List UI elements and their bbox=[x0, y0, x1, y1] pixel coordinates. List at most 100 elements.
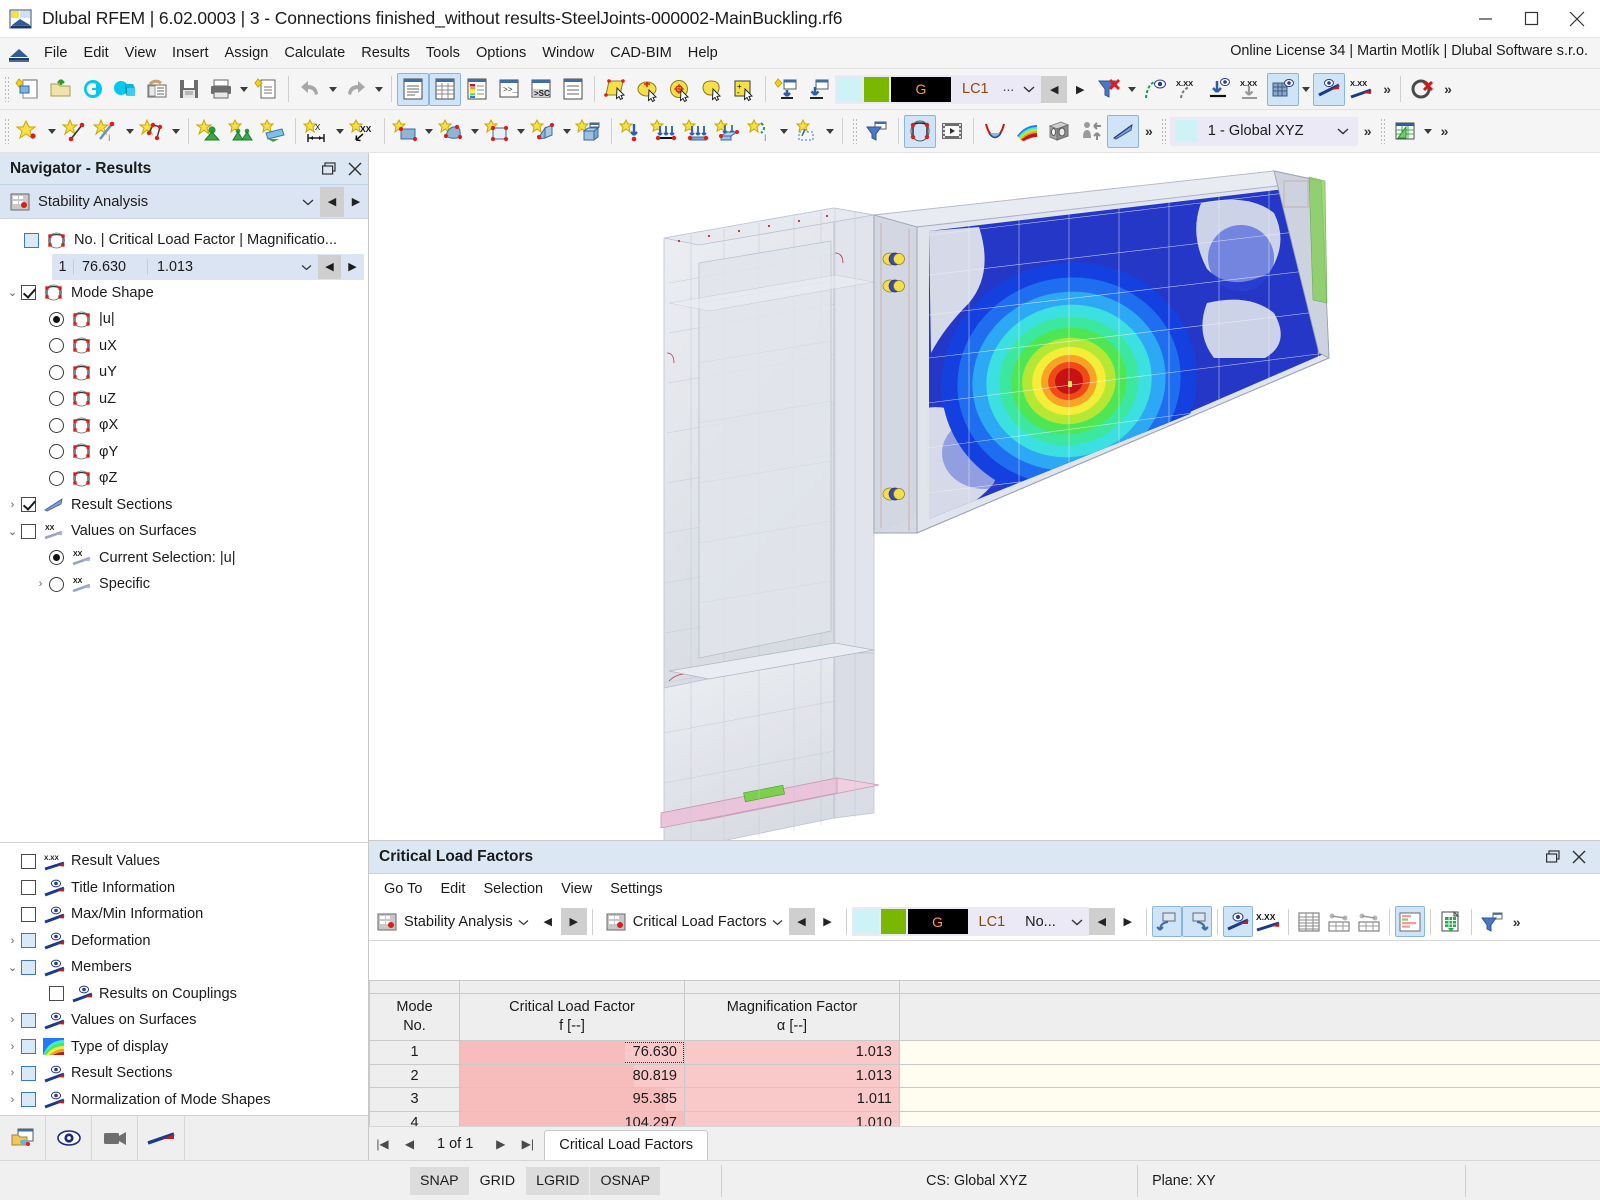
navigator-selector-chevron-down-icon[interactable] bbox=[296, 195, 320, 209]
navigator-close-icon[interactable] bbox=[342, 156, 368, 182]
node-dropdown-caret[interactable] bbox=[45, 115, 59, 148]
tree-expander[interactable]: ⌄ bbox=[4, 286, 21, 299]
results-menu-selection[interactable]: Selection bbox=[474, 878, 552, 900]
tree-row[interactable]: |u| bbox=[0, 306, 368, 333]
save-icon[interactable] bbox=[173, 73, 205, 106]
results-menu-view[interactable]: View bbox=[552, 878, 601, 900]
results-menu-edit[interactable]: Edit bbox=[431, 878, 474, 900]
tree-row[interactable]: uX bbox=[0, 333, 368, 360]
new-curved-surface-icon[interactable] bbox=[436, 115, 468, 148]
tree-row[interactable]: ⌄ Mode Shape bbox=[0, 280, 368, 307]
tree-checkbox[interactable] bbox=[21, 1012, 36, 1028]
tree-radio[interactable] bbox=[49, 417, 64, 433]
surface-load-icon[interactable] bbox=[713, 115, 745, 148]
cell-mode-no[interactable]: 2 bbox=[369, 1063, 460, 1088]
tree-checkbox[interactable] bbox=[21, 285, 36, 301]
table-row[interactable]: 3 95.385 1.011 bbox=[369, 1087, 1600, 1112]
cell-magnification-factor[interactable]: 1.011 bbox=[684, 1087, 900, 1112]
member-load-icon[interactable] bbox=[681, 115, 713, 148]
status-toggle-osnap[interactable]: OSNAP bbox=[590, 1166, 661, 1195]
polyline-dropdown-caret[interactable] bbox=[169, 115, 183, 148]
tree-row[interactable]: Results on Couplings bbox=[0, 981, 368, 1008]
result-values-icon[interactable]: X.XX bbox=[1253, 906, 1283, 937]
results-analysis-combo[interactable]: Stability Analysis bbox=[369, 907, 535, 937]
results-table-prev-button[interactable]: ◀ bbox=[788, 908, 815, 935]
cloud-model-icon[interactable] bbox=[109, 73, 141, 106]
tree-row[interactable]: › Result Sections bbox=[0, 1060, 368, 1087]
tree-row[interactable]: › Deformation bbox=[0, 928, 368, 955]
redo-dropdown-caret[interactable] bbox=[372, 73, 386, 106]
new-member-icon[interactable]: I bbox=[91, 115, 123, 148]
assign-result-icon[interactable] bbox=[803, 73, 835, 106]
toolbar2-grip2[interactable] bbox=[851, 118, 858, 144]
menu-tools[interactable]: Tools bbox=[418, 41, 468, 65]
tree-radio[interactable] bbox=[49, 444, 64, 460]
tree-row[interactable]: φZ bbox=[0, 465, 368, 492]
tree-row[interactable]: X.XX Result Values bbox=[0, 848, 368, 875]
folded-surface-dropdown-caret[interactable] bbox=[560, 115, 574, 148]
show-results-eye-icon[interactable] bbox=[1222, 906, 1253, 937]
toolbar2-grip3[interactable] bbox=[1159, 118, 1167, 144]
member-results-value-icon[interactable]: X.XX bbox=[1345, 73, 1377, 106]
result-bar-chart-icon[interactable] bbox=[1394, 906, 1425, 937]
tree-expander[interactable]: › bbox=[4, 1041, 21, 1053]
results-table-next-button[interactable]: ▶ bbox=[815, 908, 841, 935]
results-table-combo[interactable]: Critical Load Factors bbox=[598, 907, 789, 937]
tree-radio[interactable] bbox=[49, 470, 64, 486]
model-info-icon[interactable] bbox=[141, 73, 173, 106]
tree-expander[interactable]: › bbox=[4, 1014, 21, 1026]
tree-checkbox[interactable] bbox=[21, 497, 36, 513]
tree-row[interactable]: › Normalization of Mode Shapes bbox=[0, 1087, 368, 1114]
show-deformation-eye-icon[interactable] bbox=[1139, 73, 1171, 106]
cell-empty[interactable] bbox=[899, 1087, 1600, 1112]
support-reaction-value-icon[interactable]: X.XX bbox=[1235, 73, 1267, 106]
camera-icon[interactable] bbox=[92, 1115, 138, 1161]
new-solid-icon[interactable] bbox=[574, 115, 606, 148]
menu-assign[interactable]: Assign bbox=[217, 41, 277, 65]
status-toggle-snap[interactable]: SNAP bbox=[410, 1166, 469, 1195]
tree-radio[interactable] bbox=[49, 338, 64, 354]
table-filter-bottom-icon[interactable] bbox=[1354, 906, 1384, 937]
mode-header-checkbox[interactable] bbox=[24, 232, 39, 248]
free-load-dropdown-caret[interactable] bbox=[777, 115, 791, 148]
status-toggle-lgrid[interactable]: LGRID bbox=[526, 1166, 590, 1195]
tree-row[interactable]: XX Current Selection: |u| bbox=[0, 545, 368, 572]
redo-icon[interactable] bbox=[340, 73, 372, 106]
grid-header-3[interactable] bbox=[899, 993, 1600, 1041]
cell-mode-no[interactable]: 1 bbox=[369, 1040, 460, 1065]
load-case-prev-button[interactable]: ◀ bbox=[1041, 75, 1068, 103]
tree-expander[interactable]: ⌄ bbox=[4, 525, 21, 538]
data-panel-icon[interactable] bbox=[397, 72, 429, 106]
import-selection-icon[interactable] bbox=[1151, 906, 1182, 937]
toolbar2-grip4[interactable] bbox=[1378, 118, 1386, 144]
tree-checkbox[interactable] bbox=[21, 853, 36, 869]
new-report-icon[interactable] bbox=[251, 73, 283, 106]
menu-view[interactable]: View bbox=[117, 41, 164, 65]
new-node-icon[interactable] bbox=[13, 115, 45, 148]
select-circle-center-icon[interactable] bbox=[664, 73, 696, 106]
table-panel-icon[interactable] bbox=[429, 72, 461, 106]
navigator-undock-icon[interactable] bbox=[316, 156, 342, 182]
open-folder-icon[interactable] bbox=[45, 73, 77, 106]
line-load-icon[interactable] bbox=[649, 115, 681, 148]
deformation-value-icon[interactable]: X.XX bbox=[1171, 73, 1203, 106]
navigator-selector-next-button[interactable]: ▶ bbox=[344, 187, 368, 217]
result-diagram-icon[interactable] bbox=[979, 115, 1011, 148]
results-lc-chevron-down-icon[interactable] bbox=[1066, 918, 1088, 926]
grid-header-1[interactable]: Critical Load Factor f [--] bbox=[459, 993, 685, 1041]
page-last-button[interactable]: ▶| bbox=[514, 1127, 541, 1160]
table-all-icon[interactable] bbox=[1294, 906, 1324, 937]
tree-expander[interactable]: › bbox=[4, 935, 21, 947]
member-results-eye-icon[interactable] bbox=[1313, 72, 1346, 106]
results-lc-next-button[interactable]: ▶ bbox=[1115, 908, 1141, 935]
results-menu-go-to[interactable]: Go To bbox=[375, 878, 431, 900]
toolbar-overflow-chevron-icon[interactable]: » bbox=[1377, 81, 1395, 97]
filter-view-icon[interactable] bbox=[861, 115, 893, 148]
load-case-chevron-down-icon[interactable] bbox=[1018, 85, 1040, 93]
cloud-connect-icon[interactable] bbox=[77, 73, 109, 106]
cell-empty[interactable] bbox=[899, 1063, 1600, 1088]
close-icon[interactable] bbox=[1554, 0, 1600, 38]
tree-expander[interactable]: › bbox=[4, 499, 21, 511]
mode-value-combo[interactable]: 1 76.630 1.013 ◀ ▶ bbox=[52, 253, 364, 280]
tree-radio[interactable] bbox=[49, 311, 64, 327]
